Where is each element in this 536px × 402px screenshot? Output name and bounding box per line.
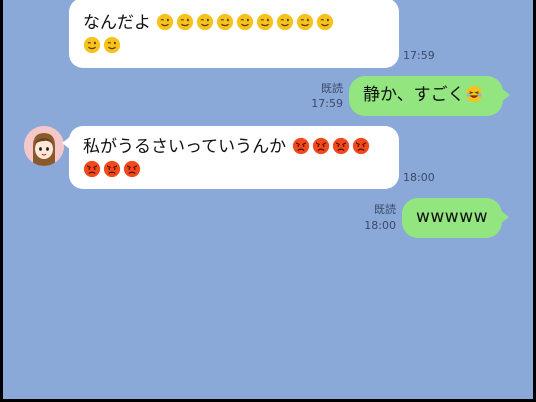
winking-face-icon — [83, 36, 101, 54]
winking-face-icon — [177, 13, 194, 31]
angry-emoji-group — [83, 159, 385, 182]
message-time: 17:59 — [311, 97, 343, 110]
message-bubble-incoming[interactable]: なんだよ — [69, 0, 399, 68]
winking-face-icon — [217, 13, 234, 31]
angry-face-icon — [312, 137, 329, 155]
angry-face-icon — [292, 137, 309, 155]
message-text-row: なんだよ — [83, 12, 385, 35]
laughing-face-icon — [465, 85, 482, 103]
winking-face-icon — [157, 13, 174, 31]
angry-face-icon — [352, 137, 369, 155]
read-receipt: 既読 — [374, 203, 396, 216]
message-text: wwwww — [416, 207, 489, 227]
winking-face-icon — [257, 13, 274, 31]
message-bubble-outgoing[interactable]: 静か、すごく — [349, 76, 510, 116]
wink-emoji-group — [156, 13, 336, 33]
message-text: 静か、すごく — [363, 85, 465, 105]
message-time: 18:00 — [403, 171, 435, 184]
winking-face-icon — [297, 13, 314, 31]
angry-face-icon — [103, 160, 121, 178]
angry-face-icon — [83, 160, 101, 178]
message-text: なんだよ — [83, 13, 151, 33]
winking-face-icon — [317, 13, 334, 31]
winking-face-icon — [197, 13, 214, 31]
avatar-image — [24, 126, 64, 166]
laugh-emoji — [465, 85, 485, 105]
angry-emoji-group — [292, 137, 372, 157]
wink-emoji-group — [83, 35, 385, 58]
message-bubble-outgoing[interactable]: wwwww — [402, 198, 509, 238]
avatar[interactable] — [24, 126, 64, 166]
winking-face-icon — [103, 36, 121, 54]
winking-face-icon — [277, 13, 294, 31]
message-time: 18:00 — [364, 219, 396, 232]
chat-screen: なんだよ 17:59 既読 17:59 静か、すごく 私がうるさいっていうんか … — [3, 0, 533, 399]
message-time: 17:59 — [403, 49, 435, 62]
message-text: 私がうるさいっていうんか — [83, 137, 287, 157]
message-text-row: 私がうるさいっていうんか — [83, 136, 385, 159]
angry-face-icon — [332, 137, 349, 155]
read-receipt: 既読 — [321, 82, 343, 95]
winking-face-icon — [237, 13, 254, 31]
message-bubble-incoming[interactable]: 私がうるさいっていうんか — [62, 126, 399, 189]
angry-face-icon — [123, 160, 141, 178]
